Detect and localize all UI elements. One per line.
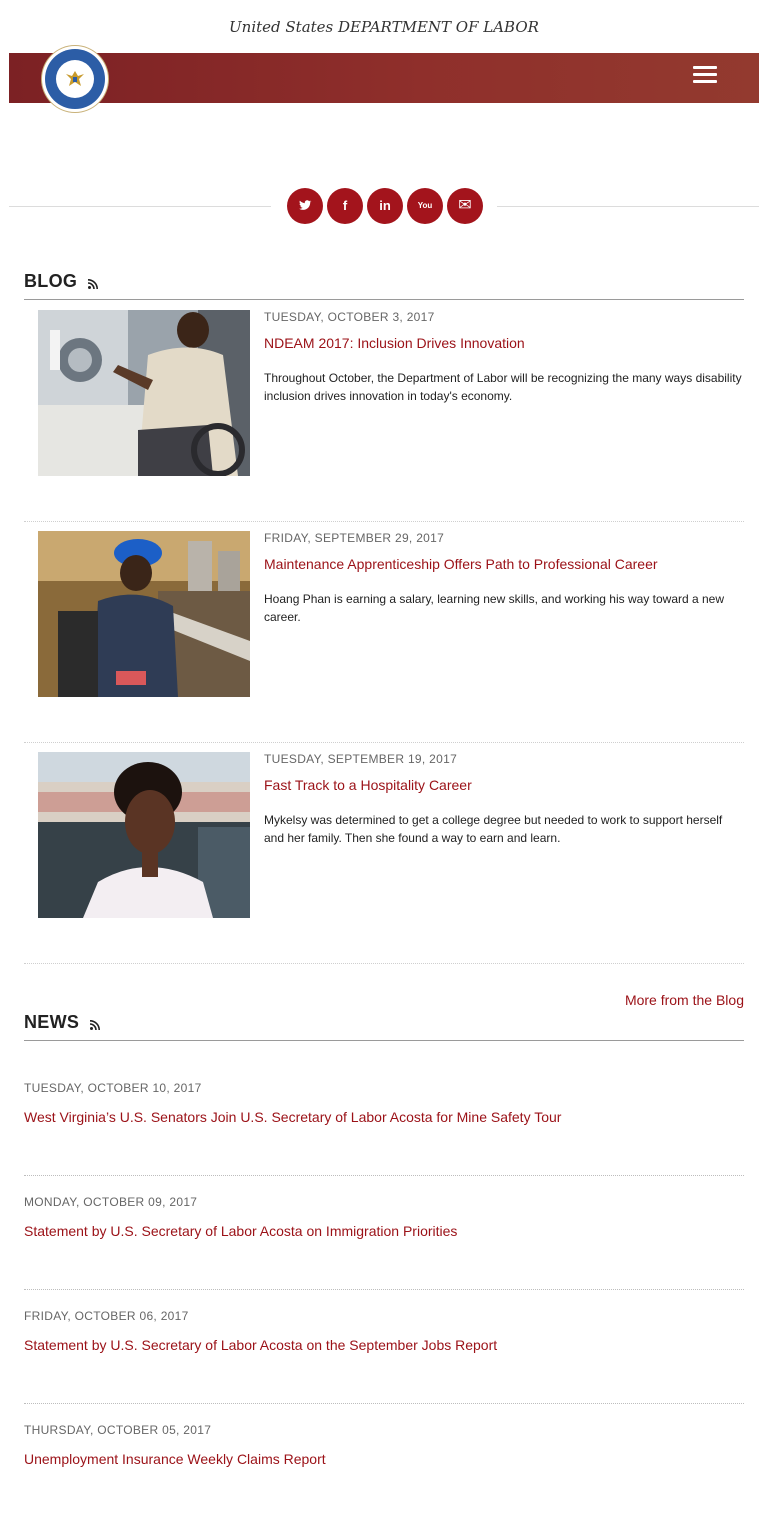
news-title-link[interactable]: West Virginia’s U.S. Senators Join U.S. … — [24, 1109, 561, 1125]
eagle-icon — [66, 71, 84, 86]
news-item: MONDAY, OCTOBER 09, 2017 Statement by U.… — [24, 1175, 744, 1290]
news-title-link[interactable]: Statement by U.S. Secretary of Labor Aco… — [24, 1223, 457, 1239]
news-date: THURSDAY, OCTOBER 05, 2017 — [24, 1423, 212, 1437]
top-nav-bar — [9, 53, 759, 103]
blog-post-image[interactable] — [38, 310, 250, 476]
rss-icon[interactable] — [88, 279, 99, 289]
divider-left — [9, 206, 271, 207]
blog-post: FRIDAY, SEPTEMBER 29, 2017 Maintenance A… — [24, 521, 744, 743]
blog-post-date: FRIDAY, SEPTEMBER 29, 2017 — [264, 531, 445, 545]
facebook-icon[interactable]: f — [327, 188, 363, 224]
seal-center — [56, 60, 94, 98]
news-item: TUESDAY, OCTOBER 10, 2017 West Virginia’… — [24, 1061, 744, 1176]
blog-post-blurb: Hoang Phan is earning a salary, learning… — [264, 592, 725, 624]
linkedin-icon[interactable]: in — [367, 188, 403, 224]
blog-post-image[interactable] — [38, 752, 250, 918]
blog-post: TUESDAY, OCTOBER 3, 2017 NDEAM 2017: Inc… — [24, 300, 744, 522]
blog-post-title-link[interactable]: Maintenance Apprenticeship Offers Path t… — [264, 556, 744, 572]
youtube-icon[interactable]: You — [407, 188, 443, 224]
news-title-link[interactable]: Unemployment Insurance Weekly Claims Rep… — [24, 1451, 326, 1467]
news-date: TUESDAY, OCTOBER 10, 2017 — [24, 1081, 202, 1095]
blog-post-date: TUESDAY, OCTOBER 3, 2017 — [264, 310, 435, 324]
dol-seal-logo[interactable] — [42, 46, 108, 112]
blog-post-blurb: Mykelsy was determined to get a college … — [264, 813, 723, 845]
more-from-blog-link[interactable]: More from the Blog — [625, 992, 744, 1008]
blog-post-blurb: Throughout October, the Department of La… — [264, 371, 742, 403]
menu-bar — [693, 66, 717, 69]
blog-heading: BLOG — [24, 271, 78, 291]
blog-post-date: TUESDAY, SEPTEMBER 19, 2017 — [264, 752, 458, 766]
seal-ring — [45, 49, 105, 109]
blog-post: TUESDAY, SEPTEMBER 19, 2017 Fast Track t… — [24, 742, 744, 964]
blog-section-header: BLOG — [24, 271, 744, 300]
blog-post-title-link[interactable]: NDEAM 2017: Inclusion Drives Innovation — [264, 335, 744, 351]
email-icon[interactable]: ✉ — [447, 188, 483, 224]
social-links: f in You ✉ — [287, 188, 487, 224]
menu-bar — [693, 80, 717, 83]
blog-post-content: TUESDAY, OCTOBER 3, 2017 NDEAM 2017: Inc… — [264, 310, 744, 405]
blog-post-title-link[interactable]: Fast Track to a Hospitality Career — [264, 777, 744, 793]
blog-post-content: FRIDAY, SEPTEMBER 29, 2017 Maintenance A… — [264, 531, 744, 626]
news-heading: NEWS — [24, 1012, 80, 1032]
news-section-header: NEWS — [24, 1012, 744, 1041]
blog-post-content: TUESDAY, SEPTEMBER 19, 2017 Fast Track t… — [264, 752, 744, 847]
blog-post-image[interactable] — [38, 531, 250, 697]
menu-bar — [693, 73, 717, 76]
twitter-icon[interactable] — [287, 188, 323, 224]
site-title: United States DEPARTMENT OF LABOR — [229, 18, 539, 36]
rss-icon[interactable] — [90, 1020, 101, 1030]
news-item: FRIDAY, OCTOBER 06, 2017 Statement by U.… — [24, 1289, 744, 1404]
divider-right — [497, 206, 759, 207]
hamburger-menu-icon[interactable] — [693, 66, 717, 84]
news-date: FRIDAY, OCTOBER 06, 2017 — [24, 1309, 189, 1323]
news-title-link[interactable]: Statement by U.S. Secretary of Labor Aco… — [24, 1337, 497, 1353]
news-date: MONDAY, OCTOBER 09, 2017 — [24, 1195, 198, 1209]
